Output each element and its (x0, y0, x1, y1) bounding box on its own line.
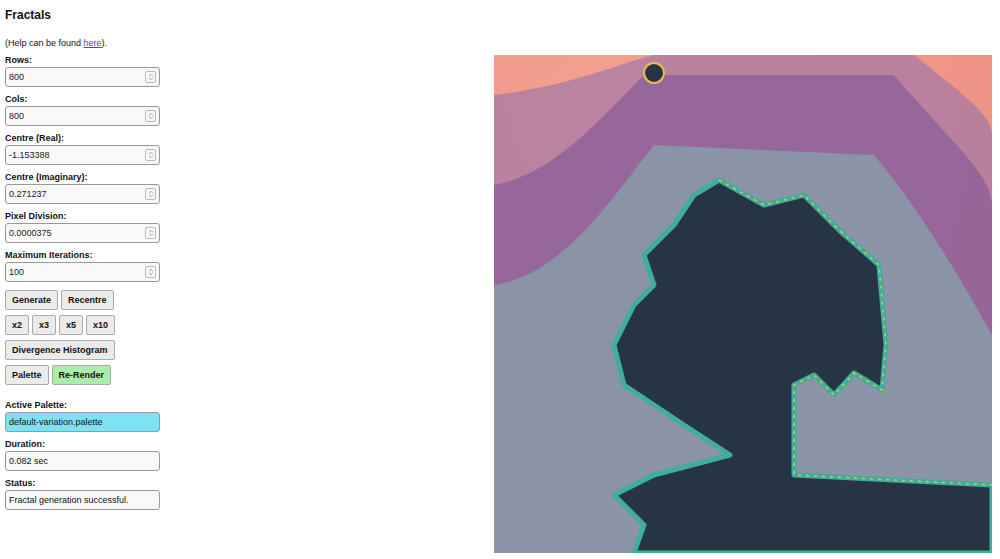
action-button[interactable]: Palette (5, 365, 49, 385)
number-input[interactable]: 800 (5, 67, 160, 87)
action-button[interactable]: x5 (59, 315, 83, 335)
button-row: Divergence Histogram (5, 340, 494, 360)
field-group: Centre (Real):-1.153388 (5, 132, 494, 165)
spinner-icon[interactable] (145, 227, 156, 239)
number-input[interactable]: 100 (5, 262, 160, 282)
output-group: Status:Fractal generation successful. (5, 477, 494, 510)
action-button[interactable]: Re-Render (52, 365, 112, 385)
field-label: Rows: (5, 54, 494, 66)
spinner-icon[interactable] (145, 71, 156, 83)
number-input[interactable]: -1.153388 (5, 145, 160, 165)
help-link[interactable]: here (84, 38, 102, 48)
action-button[interactable]: Recentre (61, 290, 114, 310)
field-label: Centre (Imaginary): (5, 171, 494, 183)
action-button[interactable]: x3 (32, 315, 56, 335)
field-label: Centre (Real): (5, 132, 494, 144)
field-group: Rows:800 (5, 54, 494, 87)
field-label: Maximum Iterations: (5, 249, 494, 261)
output-label: Status: (5, 477, 494, 489)
field-label: Cols: (5, 93, 494, 105)
action-button[interactable]: x10 (86, 315, 115, 335)
spinner-icon[interactable] (145, 110, 156, 122)
number-input[interactable]: 800 (5, 106, 160, 126)
field-label: Pixel Division: (5, 210, 494, 222)
number-input[interactable]: 0.0000375 (5, 223, 160, 243)
output-label: Duration: (5, 438, 494, 450)
output-group: Active Palette:default-variation.palette (5, 399, 494, 432)
number-input[interactable]: 0.271237 (5, 184, 160, 204)
action-button[interactable]: x2 (5, 315, 29, 335)
page-title: Fractals (5, 7, 494, 23)
action-button[interactable]: Divergence Histogram (5, 340, 115, 360)
button-row: x2x3x5x10 (5, 315, 494, 335)
control-panel: Fractals(Help can be found here).Rows:80… (0, 0, 494, 559)
field-group: Maximum Iterations:100 (5, 249, 494, 282)
output-label: Active Palette: (5, 399, 494, 411)
fractal-image[interactable] (494, 55, 992, 553)
field-group: Pixel Division:0.0000375 (5, 210, 494, 243)
spinner-icon[interactable] (145, 149, 156, 161)
button-row: GenerateRecentre (5, 290, 494, 310)
field-group: Cols:800 (5, 93, 494, 126)
spinner-icon[interactable] (145, 266, 156, 278)
help-text: (Help can be found here). (5, 37, 494, 49)
action-button[interactable]: Generate (5, 290, 58, 310)
fractal-area (494, 0, 992, 559)
app: Fractals(Help can be found here).Rows:80… (0, 0, 1000, 559)
spinner-icon[interactable] (145, 188, 156, 200)
output-field: 0.082 sec (5, 451, 160, 471)
output-field: Fractal generation successful. (5, 490, 160, 510)
button-row: PaletteRe-Render (5, 365, 494, 385)
output-field: default-variation.palette (5, 412, 160, 432)
field-group: Centre (Imaginary):0.271237 (5, 171, 494, 204)
output-group: Duration:0.082 sec (5, 438, 494, 471)
